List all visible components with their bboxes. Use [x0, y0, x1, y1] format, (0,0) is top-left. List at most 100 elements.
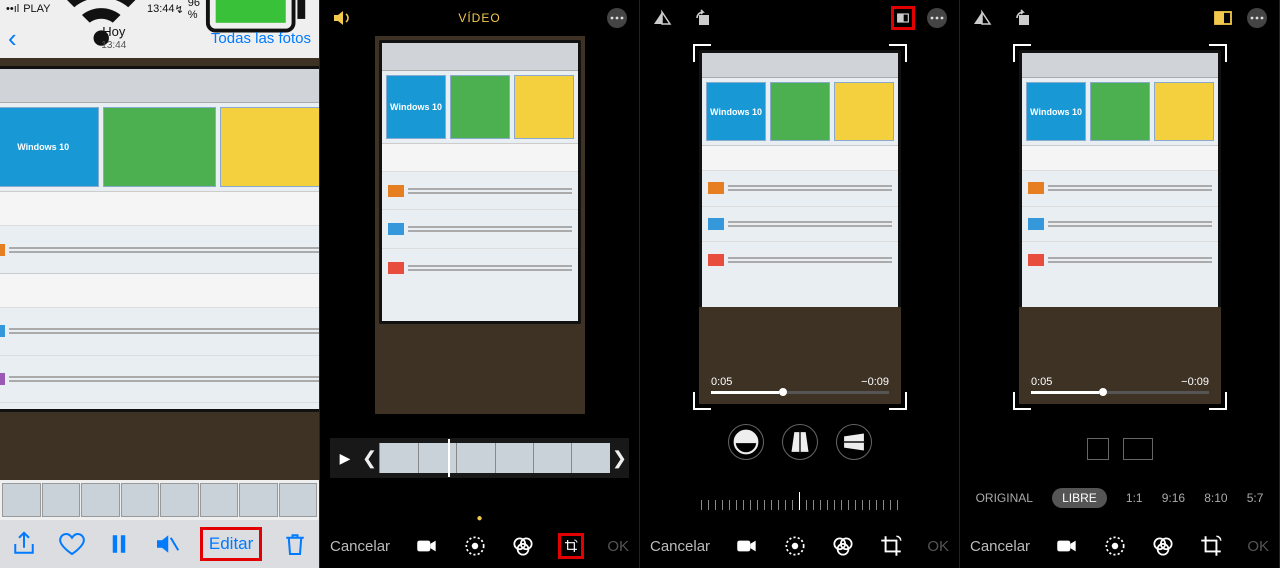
photo-preview[interactable]: Windows 10	[0, 58, 319, 480]
video-tool[interactable]	[734, 533, 760, 559]
editor-bottom-bar: Cancelar OK	[960, 524, 1279, 568]
tile-windows10: Windows 10	[0, 107, 99, 187]
signal-icon: ••ıl	[6, 3, 19, 15]
cancel-button[interactable]: Cancelar	[650, 538, 710, 555]
edit-button[interactable]: Editar	[200, 527, 262, 561]
share-button[interactable]	[9, 529, 39, 559]
delete-button[interactable]	[280, 529, 310, 559]
back-button[interactable]: ‹	[8, 23, 17, 54]
filters-tool[interactable]	[510, 533, 536, 559]
ratio-5-7[interactable]: 5:7	[1247, 491, 1264, 505]
ok-button[interactable]: OK	[607, 538, 629, 555]
volume-button[interactable]	[330, 6, 354, 30]
cancel-button[interactable]: Cancelar	[330, 538, 390, 555]
like-button[interactable]	[57, 529, 87, 559]
nav-title: Hoy	[101, 25, 126, 39]
orientation-toggle	[960, 438, 1279, 460]
mute-button[interactable]	[152, 529, 182, 559]
ruler-center-tick	[799, 492, 800, 510]
frame-thumbnails[interactable]	[379, 443, 610, 473]
aspect-ratio-panel: Windows 10 0:05 −0:09 ORIGINAL LIBRE 1:1…	[960, 0, 1280, 568]
video-scrubber[interactable]: 0:05 −0:09	[711, 376, 889, 394]
horizon-button[interactable]	[728, 424, 764, 460]
editor-bottom-bar: Cancelar OK	[640, 524, 959, 568]
all-photos-link[interactable]: Todas las fotos	[211, 30, 311, 47]
filters-tool[interactable]	[1150, 533, 1176, 559]
horizontal-perspective-button[interactable]	[836, 424, 872, 460]
ratio-original[interactable]: ORIGINAL	[976, 491, 1033, 505]
filters-tool[interactable]	[830, 533, 856, 559]
time-elapsed: 0:05	[711, 376, 732, 388]
crop-handle-tl[interactable]	[693, 44, 711, 62]
flip-vertical-button[interactable]	[650, 6, 674, 30]
editor-top-bar	[960, 0, 1279, 36]
video-scrubber[interactable]: 0:05 −0:09	[1031, 376, 1209, 394]
ratio-9-16[interactable]: 9:16	[1162, 491, 1185, 505]
carrier-label: PLAY	[23, 3, 50, 15]
video-tool[interactable]	[414, 533, 440, 559]
timeline-strip[interactable]: ▶ ❮ ❯	[330, 438, 629, 478]
photos-viewer-panel: ••ıl PLAY 13:44 ↯ 96 % ‹ Hoy 13:44 Todas…	[0, 0, 320, 568]
play-button[interactable]: ▶	[330, 450, 360, 467]
adjust-tool[interactable]	[462, 533, 488, 559]
time-remaining: −0:09	[861, 376, 889, 388]
more-button[interactable]	[1245, 6, 1269, 30]
scrubber-knob[interactable]	[779, 388, 787, 396]
angle-ruler[interactable]	[660, 480, 939, 510]
ratio-1-1[interactable]: 1:1	[1126, 491, 1143, 505]
rotate-button[interactable]	[690, 6, 714, 30]
crop-edit-panel: Windows 10 0:05 −0:09 Cancelar	[640, 0, 960, 568]
video-edit-panel: VÍDEO Windows 10 ▶ ❮ ❯ ● Cancelar	[320, 0, 640, 568]
video-canvas[interactable]: Windows 10	[375, 36, 585, 414]
trim-start-handle[interactable]: ❮	[360, 448, 379, 469]
more-button[interactable]	[605, 6, 629, 30]
more-button[interactable]	[925, 6, 949, 30]
time-remaining: −0:09	[1181, 376, 1209, 388]
status-bar: ••ıl PLAY 13:44 ↯ 96 %	[0, 0, 319, 18]
battery-pct: 96 %	[188, 0, 200, 21]
scrubber-knob[interactable]	[1099, 388, 1107, 396]
crop-handle-tr[interactable]	[1209, 44, 1227, 62]
crop-handle-bl[interactable]	[1013, 392, 1031, 410]
orientation-landscape[interactable]	[1123, 438, 1153, 460]
crop-tool[interactable]	[1198, 533, 1224, 559]
bottom-toolbar: Editar	[0, 520, 319, 568]
adjust-tool[interactable]	[1102, 533, 1128, 559]
aspect-ratio-button[interactable]	[1211, 6, 1235, 30]
crop-frame[interactable]: Windows 10 0:05 −0:09	[1015, 46, 1225, 408]
crop-handle-bl[interactable]	[693, 392, 711, 410]
editor-top-bar	[640, 0, 959, 36]
ratio-libre[interactable]: LIBRE	[1052, 488, 1107, 508]
adjust-tool[interactable]	[782, 533, 808, 559]
flip-vertical-button[interactable]	[970, 6, 994, 30]
lightning-icon: ↯	[175, 3, 184, 16]
thumbnail-strip[interactable]	[0, 480, 319, 520]
ratio-8-10[interactable]: 8:10	[1204, 491, 1227, 505]
pause-button[interactable]	[104, 529, 134, 559]
crop-handle-br[interactable]	[1209, 392, 1227, 410]
nav-title-block: Hoy 13:44	[101, 25, 126, 50]
trim-end-handle[interactable]: ❯	[610, 448, 629, 469]
rotate-button[interactable]	[1010, 6, 1034, 30]
ok-button[interactable]: OK	[927, 538, 949, 555]
vertical-perspective-button[interactable]	[782, 424, 818, 460]
status-time: 13:44	[147, 3, 175, 15]
aspect-ratio-options: ORIGINAL LIBRE 1:1 9:16 8:10 5:7	[960, 488, 1279, 508]
orientation-portrait[interactable]	[1087, 438, 1109, 460]
playhead[interactable]	[448, 439, 450, 477]
crop-tool[interactable]	[558, 533, 584, 559]
mode-indicator-dot: ●	[320, 513, 639, 524]
crop-handle-tl[interactable]	[1013, 44, 1031, 62]
editor-bottom-bar: Cancelar OK	[320, 524, 639, 568]
aspect-ratio-button[interactable]	[891, 6, 915, 30]
crop-frame[interactable]: Windows 10 0:05 −0:09	[695, 46, 905, 408]
editor-top-bar: VÍDEO	[320, 0, 639, 36]
ok-button[interactable]: OK	[1247, 538, 1269, 555]
editor-title: VÍDEO	[458, 11, 500, 25]
straighten-controls	[640, 424, 959, 460]
crop-tool[interactable]	[878, 533, 904, 559]
crop-handle-tr[interactable]	[889, 44, 907, 62]
cancel-button[interactable]: Cancelar	[970, 538, 1030, 555]
crop-handle-br[interactable]	[889, 392, 907, 410]
video-tool[interactable]	[1054, 533, 1080, 559]
